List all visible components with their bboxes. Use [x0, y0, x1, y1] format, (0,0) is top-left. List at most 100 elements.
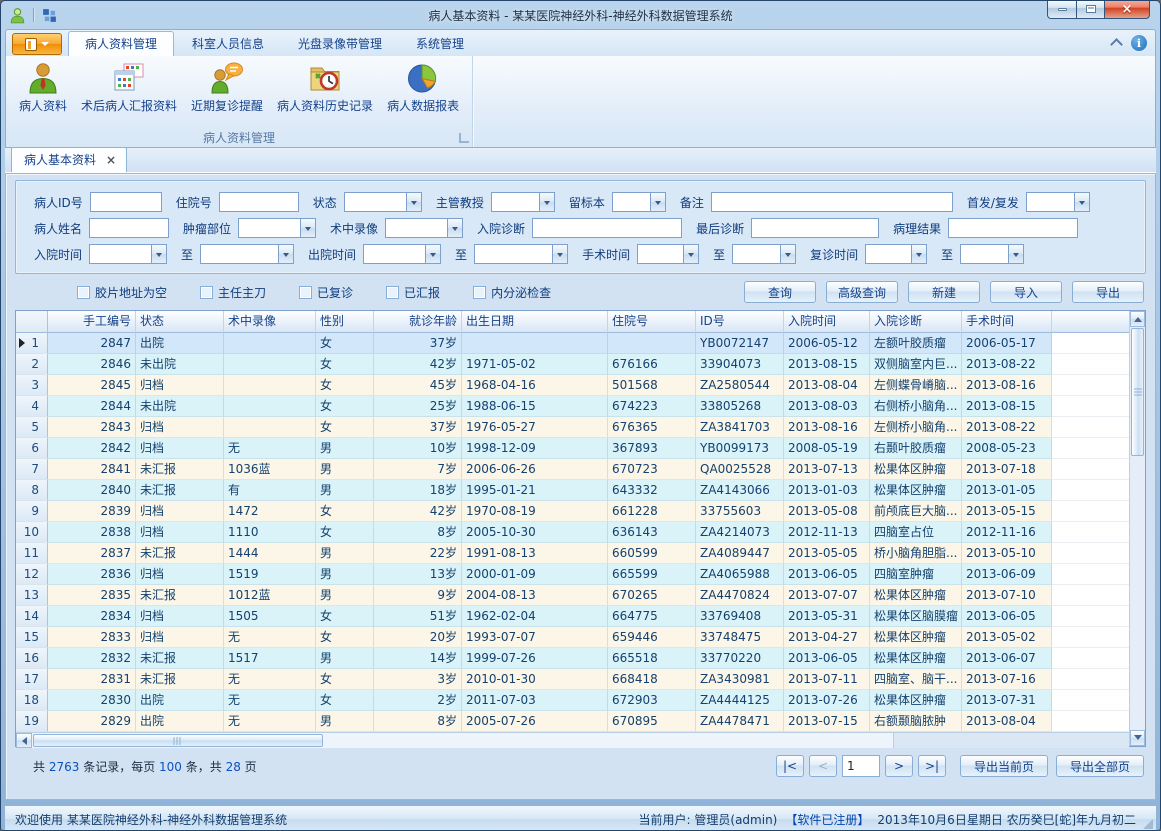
table-row-4[interactable]: 42844未出院女25岁1988-06-15674223338052682013…	[16, 396, 1129, 417]
checkbox-box[interactable]	[200, 286, 213, 299]
filter-combo[interactable]	[491, 192, 555, 212]
column-header-9[interactable]: 入院诊断	[870, 311, 962, 333]
filter-input[interactable]	[90, 192, 162, 212]
ribbon-tab-1[interactable]: 科室人员信息	[176, 32, 280, 56]
table-row-3[interactable]: 32845归档女45岁1968-04-16501568ZA25805442013…	[16, 375, 1129, 396]
filter-input[interactable]	[751, 218, 879, 238]
collapse-ribbon-icon[interactable]	[1110, 38, 1123, 51]
filter-checkbox-1[interactable]: 主任主刀	[200, 284, 266, 301]
filter-input[interactable]	[219, 192, 299, 212]
prev-page-button[interactable]: <	[809, 755, 837, 777]
checkbox-box[interactable]	[386, 286, 399, 299]
ribbon-tab-3[interactable]: 系统管理	[400, 32, 480, 56]
table-row-9[interactable]: 92839归档1472女42岁1970-08-19661228337556032…	[16, 501, 1129, 522]
filter-combo[interactable]	[238, 218, 316, 238]
table-row-17[interactable]: 172831未汇报无女3岁2010-01-30668418ZA343098120…	[16, 669, 1129, 690]
column-header-5[interactable]: 出生日期	[462, 311, 608, 333]
combo-dropdown-button[interactable]	[447, 219, 462, 237]
action-button-1[interactable]: 高级查询	[826, 281, 898, 303]
hscroll-thumb[interactable]	[33, 734, 323, 747]
table-row-14[interactable]: 142834归档1505女51岁1962-02-0466477533769408…	[16, 606, 1129, 627]
ribbon-tab-2[interactable]: 光盘录像带管理	[282, 32, 398, 56]
filter-combo[interactable]	[865, 244, 927, 264]
app-logo-icon[interactable]	[9, 7, 26, 24]
ribbon-tab-0[interactable]: 病人资料管理	[68, 31, 174, 56]
combo-dropdown-button[interactable]	[300, 219, 315, 237]
column-header-10[interactable]: 手术时间	[962, 311, 1052, 333]
action-button-2[interactable]: 新建	[908, 281, 980, 303]
filter-combo[interactable]	[474, 244, 568, 264]
column-header-0[interactable]: 手工编号	[48, 311, 136, 333]
app-menu-button[interactable]	[12, 33, 62, 55]
column-header-3[interactable]: 性别	[316, 311, 374, 333]
column-header-7[interactable]: ID号	[696, 311, 784, 333]
maximize-button[interactable]	[1077, 0, 1105, 19]
filter-combo[interactable]	[612, 192, 666, 212]
filter-combo[interactable]	[1026, 192, 1090, 212]
filter-combo[interactable]	[385, 218, 463, 238]
column-header-8[interactable]: 入院时间	[784, 311, 870, 333]
filter-checkbox-2[interactable]: 已复诊	[299, 284, 353, 301]
export-all-pages-button[interactable]: 导出全部页	[1056, 755, 1144, 777]
vertical-scrollbar[interactable]	[1129, 311, 1145, 746]
minimize-button[interactable]	[1047, 0, 1077, 19]
table-row-13[interactable]: 132835未汇报1012蓝男9岁2004-08-13670265ZA44708…	[16, 585, 1129, 606]
filter-input[interactable]	[948, 218, 1078, 238]
ribbon-button-3[interactable]: 病人资料历史记录	[270, 59, 380, 116]
quick-access-grid-icon[interactable]	[41, 7, 58, 24]
checkbox-box[interactable]	[473, 286, 486, 299]
registration-link[interactable]: 【软件已注册】	[785, 811, 869, 828]
table-row-15[interactable]: 152833归档无女20岁1993-07-0765944633748475201…	[16, 627, 1129, 648]
combo-dropdown-button[interactable]	[278, 245, 293, 263]
table-row-12[interactable]: 122836归档1519男13岁2000-01-09665599ZA406598…	[16, 564, 1129, 585]
last-page-button[interactable]: >|	[918, 755, 946, 777]
page-number-input[interactable]: 1	[842, 755, 880, 777]
dialog-launcher-icon[interactable]	[459, 133, 469, 143]
vscroll-thumb[interactable]	[1131, 328, 1144, 456]
table-row-18[interactable]: 182830出院无女2岁2011-07-03672903ZA4444125201…	[16, 690, 1129, 711]
table-row-6[interactable]: 62842归档无男10岁1998-12-09367893YB0099173200…	[16, 438, 1129, 459]
checkbox-box[interactable]	[77, 286, 90, 299]
filter-checkbox-4[interactable]: 内分泌检查	[473, 284, 551, 301]
combo-dropdown-button[interactable]	[406, 193, 421, 211]
filter-combo[interactable]	[200, 244, 294, 264]
combo-dropdown-button[interactable]	[1074, 193, 1089, 211]
combo-dropdown-button[interactable]	[780, 245, 795, 263]
table-row-7[interactable]: 72841未汇报1036蓝男7岁2006-06-26670723QA002552…	[16, 459, 1129, 480]
combo-dropdown-button[interactable]	[650, 193, 665, 211]
ribbon-button-4[interactable]: 病人数据报表	[380, 59, 466, 116]
filter-combo[interactable]	[732, 244, 796, 264]
combo-dropdown-button[interactable]	[151, 245, 166, 263]
info-icon[interactable]: i	[1131, 35, 1147, 51]
export-current-page-button[interactable]: 导出当前页	[960, 755, 1048, 777]
tab-close-icon[interactable]: ×	[106, 154, 116, 166]
action-button-0[interactable]: 查询	[744, 281, 816, 303]
table-row-1[interactable]: 12847出院女37岁YB00721472006-05-12左额叶胶质瘤2006…	[16, 333, 1129, 354]
filter-combo[interactable]	[344, 192, 422, 212]
column-header-6[interactable]: 住院号	[608, 311, 696, 333]
resize-grip[interactable]	[1143, 819, 1153, 829]
filter-combo[interactable]	[637, 244, 699, 264]
table-row-11[interactable]: 112837未汇报1444男22岁1991-08-13660599ZA40894…	[16, 543, 1129, 564]
combo-dropdown-button[interactable]	[552, 245, 567, 263]
column-header-1[interactable]: 状态	[136, 311, 224, 333]
scroll-up-button[interactable]	[1130, 311, 1145, 327]
table-row-8[interactable]: 82840未汇报有男18岁1995-01-21643332ZA414306620…	[16, 480, 1129, 501]
filter-checkbox-0[interactable]: 胶片地址为空	[77, 284, 167, 301]
table-row-10[interactable]: 102838归档1110女8岁2005-10-30636143ZA4214073…	[16, 522, 1129, 543]
ribbon-button-2[interactable]: 近期复诊提醒	[184, 59, 270, 116]
table-row-5[interactable]: 52843归档女37岁1976-05-27676365ZA38417032013…	[16, 417, 1129, 438]
filter-input[interactable]	[711, 192, 953, 212]
next-page-button[interactable]: >	[885, 755, 913, 777]
filter-combo[interactable]	[363, 244, 441, 264]
tab-patient-basic-info[interactable]: 病人基本资料 ×	[11, 147, 127, 172]
action-button-3[interactable]: 导入	[990, 281, 1062, 303]
combo-dropdown-button[interactable]	[425, 245, 440, 263]
filter-input[interactable]	[532, 218, 682, 238]
combo-dropdown-button[interactable]	[539, 193, 554, 211]
filter-combo[interactable]	[89, 244, 167, 264]
table-row-19[interactable]: 192829出院无男8岁2005-07-26670895ZA4478471201…	[16, 711, 1129, 732]
scroll-down-button[interactable]	[1130, 730, 1145, 746]
column-header-4[interactable]: 就诊年龄	[374, 311, 462, 333]
filter-checkbox-3[interactable]: 已汇报	[386, 284, 440, 301]
